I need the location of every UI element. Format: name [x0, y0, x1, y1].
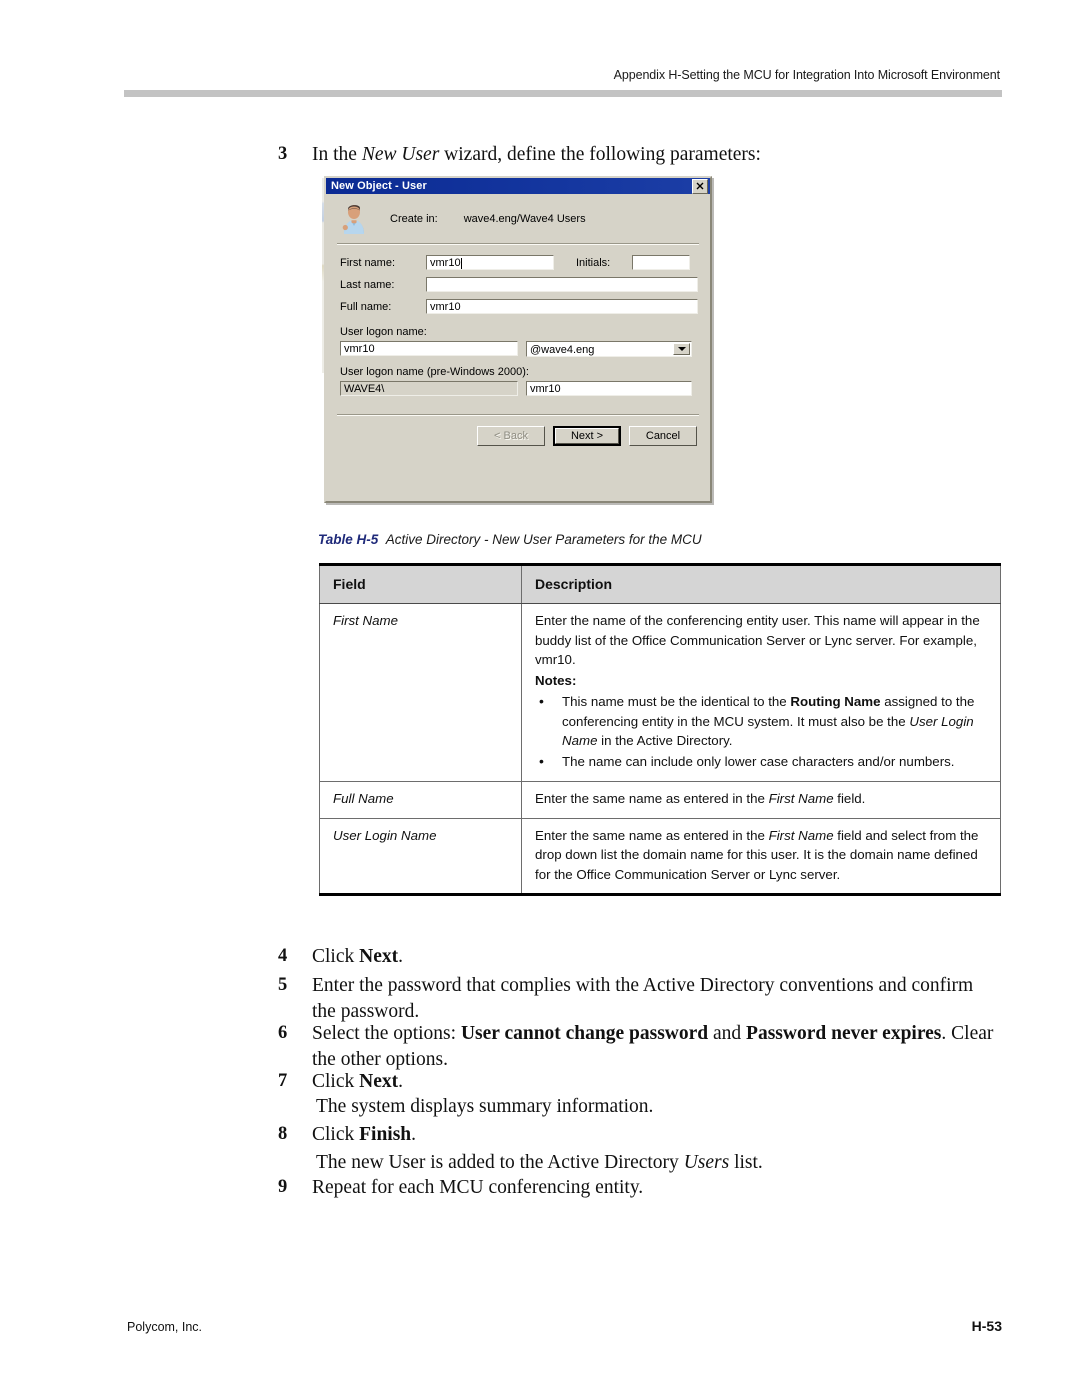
dialog-titlebar[interactable]: New Object - User [326, 178, 710, 194]
column-header-description: Description [521, 563, 1001, 604]
cell-description: Enter the same name as entered in the Fi… [521, 818, 1001, 897]
logon-domain-value: @wave4.eng [530, 343, 595, 356]
step-4-text: Click Next. [312, 946, 403, 967]
step-9-number: 9 [278, 1177, 288, 1197]
step-8-number: 8 [278, 1124, 288, 1144]
full-name-input[interactable]: vmr10 [426, 299, 698, 314]
footer-page-number: H-53 [971, 1318, 1002, 1334]
step-3: 3 In the New User wizard, define the fol… [278, 142, 998, 168]
notes-label: Notes: [535, 672, 577, 688]
logon-name-input[interactable]: vmr10 [340, 341, 518, 356]
step-7: 7 Click Next. [278, 1069, 998, 1095]
new-object-user-dialog: New Object - User Create in: wave4.eng/W… [324, 176, 712, 503]
parameters-table: Field Description First Name Enter the na… [319, 563, 1001, 897]
initials-input[interactable] [632, 255, 690, 270]
first-name-label: First name: [340, 256, 396, 269]
initials-label: Initials: [576, 256, 611, 269]
dialog-body: Create in: wave4.eng/Wave4 Users First n… [326, 194, 710, 446]
logon-name-label: User logon name: [340, 326, 427, 338]
running-header-text: Appendix H-Setting the MCU for Integrati… [613, 68, 1000, 82]
step-5-text: Enter the password that complies with th… [312, 975, 974, 1022]
full-name-row: Full name: vmr10 [335, 299, 701, 314]
table-row: User Login Name Enter the same name as en… [319, 818, 1001, 897]
cell-field: User Login Name [319, 818, 522, 897]
step-3-text: In the New User wizard, define the follo… [312, 144, 761, 165]
step-5-number: 5 [278, 975, 288, 995]
pre2000-name-value: vmr10 [530, 383, 561, 395]
back-button[interactable]: < Back [477, 426, 545, 446]
table-header-row: Field Description [319, 563, 1001, 604]
step-4: 4 Click Next. [278, 944, 998, 970]
footer-company: Polycom, Inc. [127, 1320, 203, 1334]
create-in-value: wave4.eng/Wave4 Users [463, 213, 586, 225]
cancel-button[interactable]: Cancel [629, 426, 697, 446]
full-name-value: vmr10 [430, 301, 461, 313]
note-item: This name must be the identical to the R… [535, 691, 988, 751]
pre2000-label: User logon name (pre-Windows 2000): [340, 366, 529, 378]
dialog-title: New Object - User [331, 180, 427, 192]
dialog-button-row: < Back Next > Cancel [335, 426, 701, 446]
text-caret [460, 257, 462, 269]
running-header: Appendix H-Setting the MCU for Integrati… [124, 68, 1000, 82]
header-rule [124, 90, 1002, 97]
cell-description: Enter the same name as entered in the Fi… [521, 781, 1001, 819]
step-8-text: Click Finish. [312, 1124, 417, 1145]
step-5: 5 Enter the password that complies with … [278, 973, 1000, 1024]
last-name-row: Last name: [335, 277, 701, 292]
close-icon[interactable] [692, 178, 708, 194]
table-row: Full Name Enter the same name as entered … [319, 781, 1001, 819]
description-paragraph: Enter the name of the conferencing entit… [535, 613, 980, 668]
column-header-field: Field [319, 563, 522, 604]
chevron-down-icon[interactable] [673, 343, 690, 355]
step-6-text: Select the options: User cannot change p… [312, 1023, 994, 1070]
create-in-row: Create in: wave4.eng/Wave4 Users [335, 194, 701, 243]
table-caption: Table H-5 Active Directory - New User Pa… [318, 532, 702, 547]
user-avatar-icon [340, 203, 370, 235]
table-caption-text: Active Directory - New User Parameters f… [385, 532, 702, 547]
pre2000-domain-field: WAVE4\ [340, 381, 518, 396]
first-name-value: vmr10 [430, 257, 461, 269]
step-7-text: Click Next. [312, 1071, 403, 1092]
table-body: First Name Enter the name of the conferen… [319, 603, 1001, 897]
cell-description: Enter the name of the conferencing entit… [521, 603, 1001, 783]
note-item: The name can include only lower case cha… [535, 751, 988, 772]
table-row: First Name Enter the name of the conferen… [319, 603, 1001, 783]
notes-list: This name must be the identical to the R… [535, 691, 988, 772]
pre2000-domain-value: WAVE4\ [344, 383, 385, 395]
step-4-number: 4 [278, 946, 288, 966]
step-9: 9 Repeat for each MCU conferencing entit… [278, 1175, 998, 1201]
step-6: 6 Select the options: User cannot change… [278, 1021, 1000, 1072]
dialog-divider-bottom [337, 414, 699, 416]
create-in-label: Create in: [390, 213, 438, 225]
dialog-divider [337, 243, 699, 245]
cell-field: First Name [319, 603, 522, 783]
last-name-input[interactable] [426, 277, 698, 292]
table-caption-label: Table H-5 [318, 532, 379, 547]
logon-domain-dropdown[interactable]: @wave4.eng [526, 341, 692, 357]
first-name-row: First name: vmr10 Initials: [335, 255, 701, 270]
step-7-number: 7 [278, 1071, 288, 1091]
description-paragraph: Enter the same name as entered in the Fi… [535, 791, 866, 807]
logon-name-row: vmr10 @wave4.eng [335, 341, 701, 357]
step-8: 8 Click Finish. [278, 1122, 998, 1148]
cell-field: Full Name [319, 781, 522, 819]
step-9-text: Repeat for each MCU conferencing entity. [312, 1177, 644, 1198]
last-name-label: Last name: [340, 278, 395, 291]
step-8-followup: The new User is added to the Active Dire… [316, 1152, 763, 1173]
next-button-label: Next > [555, 428, 619, 444]
description-paragraph: Enter the same name as entered in the Fi… [535, 827, 979, 882]
pre2000-row: WAVE4\ vmr10 [335, 381, 701, 396]
full-name-label: Full name: [340, 300, 392, 313]
step-6-number: 6 [278, 1023, 288, 1043]
logon-name-value: vmr10 [344, 343, 375, 355]
next-button[interactable]: Next > [553, 426, 621, 446]
pre2000-name-input[interactable]: vmr10 [526, 381, 692, 396]
step-7-followup: The system displays summary information. [316, 1096, 654, 1117]
step-3-number: 3 [278, 144, 288, 164]
first-name-input[interactable]: vmr10 [426, 255, 554, 270]
